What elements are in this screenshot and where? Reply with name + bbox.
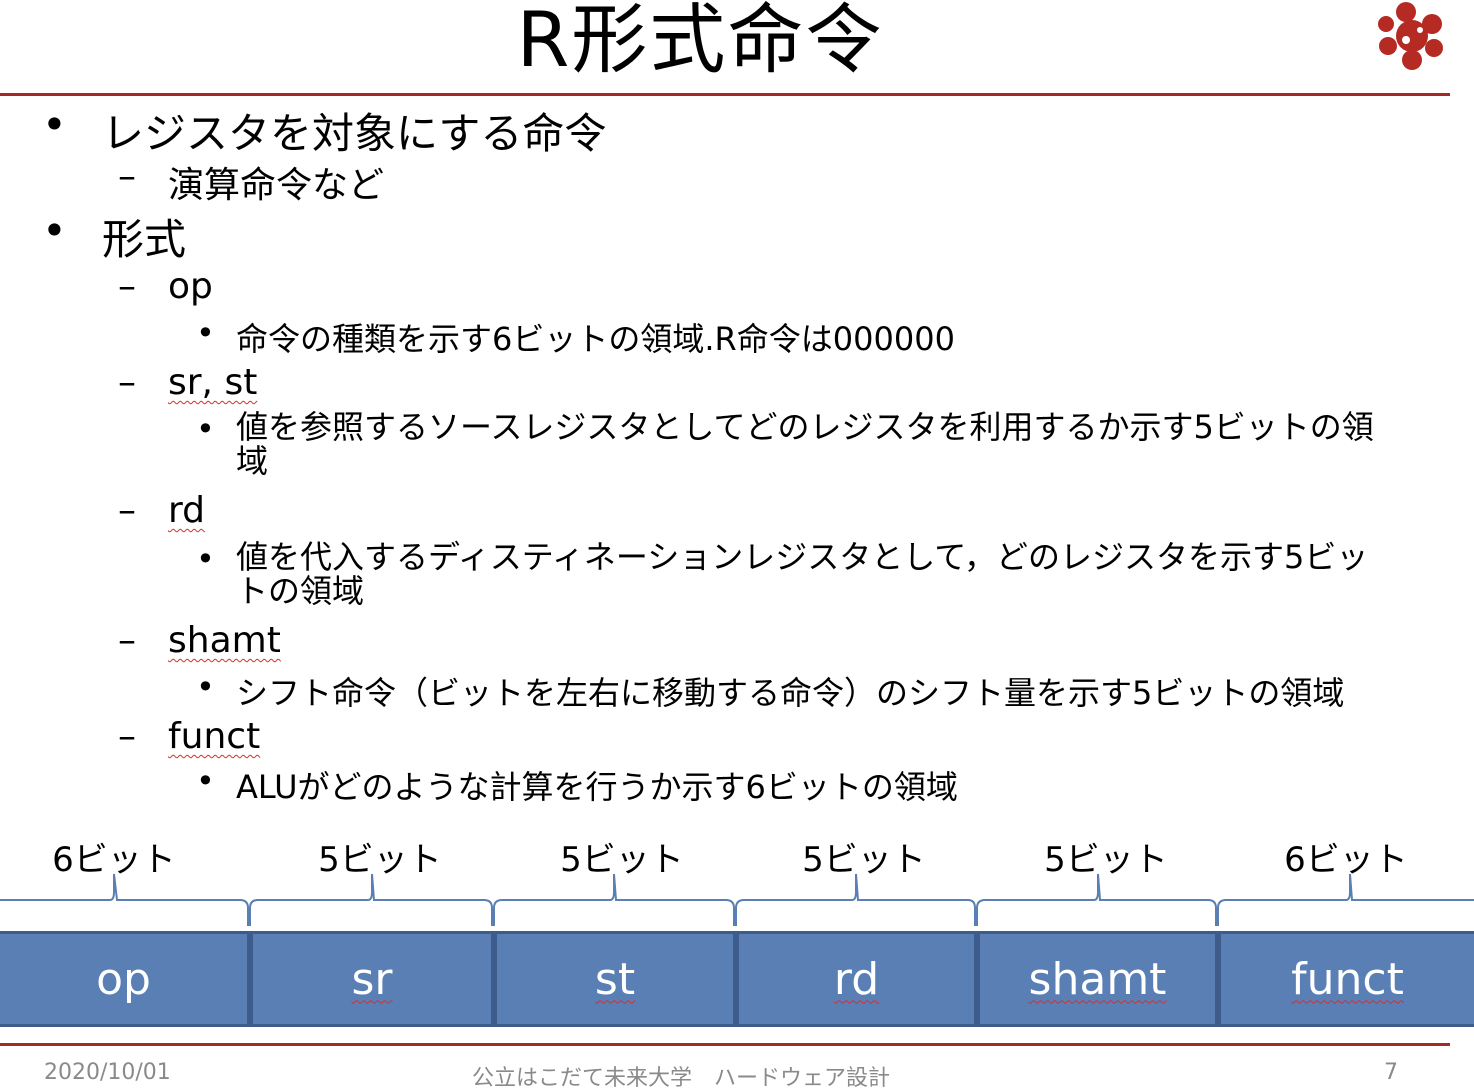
bullet-marker: • [196, 762, 215, 800]
field-desc: シフト命令（ビットを左右に移動する命令）のシフト量を示す5ビットの領域 [236, 674, 1345, 712]
bitwidth-braces [0, 873, 1474, 926]
brace-op [0, 873, 249, 926]
brace-sr [249, 873, 493, 926]
page-number: 7 [1384, 1060, 1398, 1085]
bullet-marker: • [42, 100, 67, 149]
format-field-op: op [0, 931, 250, 1027]
bullet-text: 形式 [102, 215, 187, 264]
dash-marker: – [118, 716, 136, 757]
field-shamt-desc: • シフト命令（ビットを左右に移動する命令）のシフト量を示す5ビットの領域 [196, 668, 1344, 712]
field-desc: ALUがどのような計算を行うか示す6ビットの領域 [236, 768, 958, 806]
format-field-shamt: shamt [977, 931, 1218, 1027]
subbullet-arith: – 演算命令など [118, 156, 384, 206]
field-label: sr [351, 953, 393, 1005]
subbullet-text: 演算命令など [168, 165, 385, 206]
footer-date: 2020/10/01 [44, 1060, 171, 1085]
field-name: rd [168, 490, 206, 531]
field-label: funct [1291, 953, 1404, 1005]
bullet-marker: • [42, 206, 67, 255]
field-rd-desc: • 値を代入するディスティネーションレジスタとして，どのレジスタを示す5ビットの… [196, 540, 1368, 608]
bullet-text: レジスタを対象にする命令 [102, 109, 607, 158]
university-logo-icon [1378, 2, 1443, 70]
brace-rd [735, 873, 976, 926]
field-srst-heading: – sr, st [118, 362, 257, 403]
format-field-rd: rd [736, 931, 977, 1027]
bullet-registers: • レジスタを対象にする命令 [42, 100, 606, 158]
brace-funct [1217, 873, 1474, 926]
field-desc: 命令の種類を示す6ビットの領域.R命令は000000 [236, 320, 955, 358]
bullet-marker: • [196, 410, 215, 448]
field-desc: 値を代入するディスティネーションレジスタとして，どのレジスタを示す5ビットの領域 [236, 538, 1369, 610]
bullet-marker: • [196, 314, 215, 352]
field-label: st [594, 953, 636, 1005]
field-srst-desc: • 値を参照するソースレジスタとしてどのレジスタを利用するか示す5ビットの領域 [196, 410, 1374, 478]
dash-marker: – [118, 490, 136, 531]
field-desc: 値を参照するソースレジスタとしてどのレジスタを利用するか示す5ビットの領域 [236, 408, 1374, 480]
dash-marker: – [118, 620, 136, 661]
header-rule [0, 93, 1450, 96]
brace-st [493, 873, 735, 926]
footer-institution: 公立はこだて未来大学 ハードウェア設計 [472, 1066, 891, 1091]
field-label: op [96, 953, 151, 1005]
field-funct-heading: – funct [118, 716, 260, 757]
field-op-heading: – op [118, 266, 213, 307]
field-name: funct [168, 716, 261, 757]
field-op-desc: • 命令の種類を示す6ビットの領域.R命令は000000 [196, 314, 955, 358]
dash-marker: – [118, 156, 136, 197]
field-shamt-heading: – shamt [118, 620, 281, 661]
field-name: op [168, 266, 213, 307]
field-name: sr, st [168, 362, 258, 403]
bullet-marker: • [196, 540, 215, 578]
slide-title: R形式命令 [516, 0, 884, 84]
field-funct-desc: • ALUがどのような計算を行うか示す6ビットの領域 [196, 762, 958, 806]
field-label: shamt [1028, 953, 1167, 1005]
field-rd-heading: – rd [118, 490, 205, 531]
bullet-format: • 形式 [42, 206, 186, 264]
field-name: shamt [168, 620, 281, 661]
format-field-sr: sr [250, 931, 494, 1027]
brace-shamt [976, 873, 1217, 926]
dash-marker: – [118, 266, 136, 307]
format-field-st: st [494, 931, 736, 1027]
dash-marker: – [118, 362, 136, 403]
footer-rule [0, 1043, 1450, 1046]
format-field-funct: funct [1218, 931, 1474, 1027]
bullet-marker: • [196, 668, 215, 706]
field-label: rd [833, 953, 880, 1005]
